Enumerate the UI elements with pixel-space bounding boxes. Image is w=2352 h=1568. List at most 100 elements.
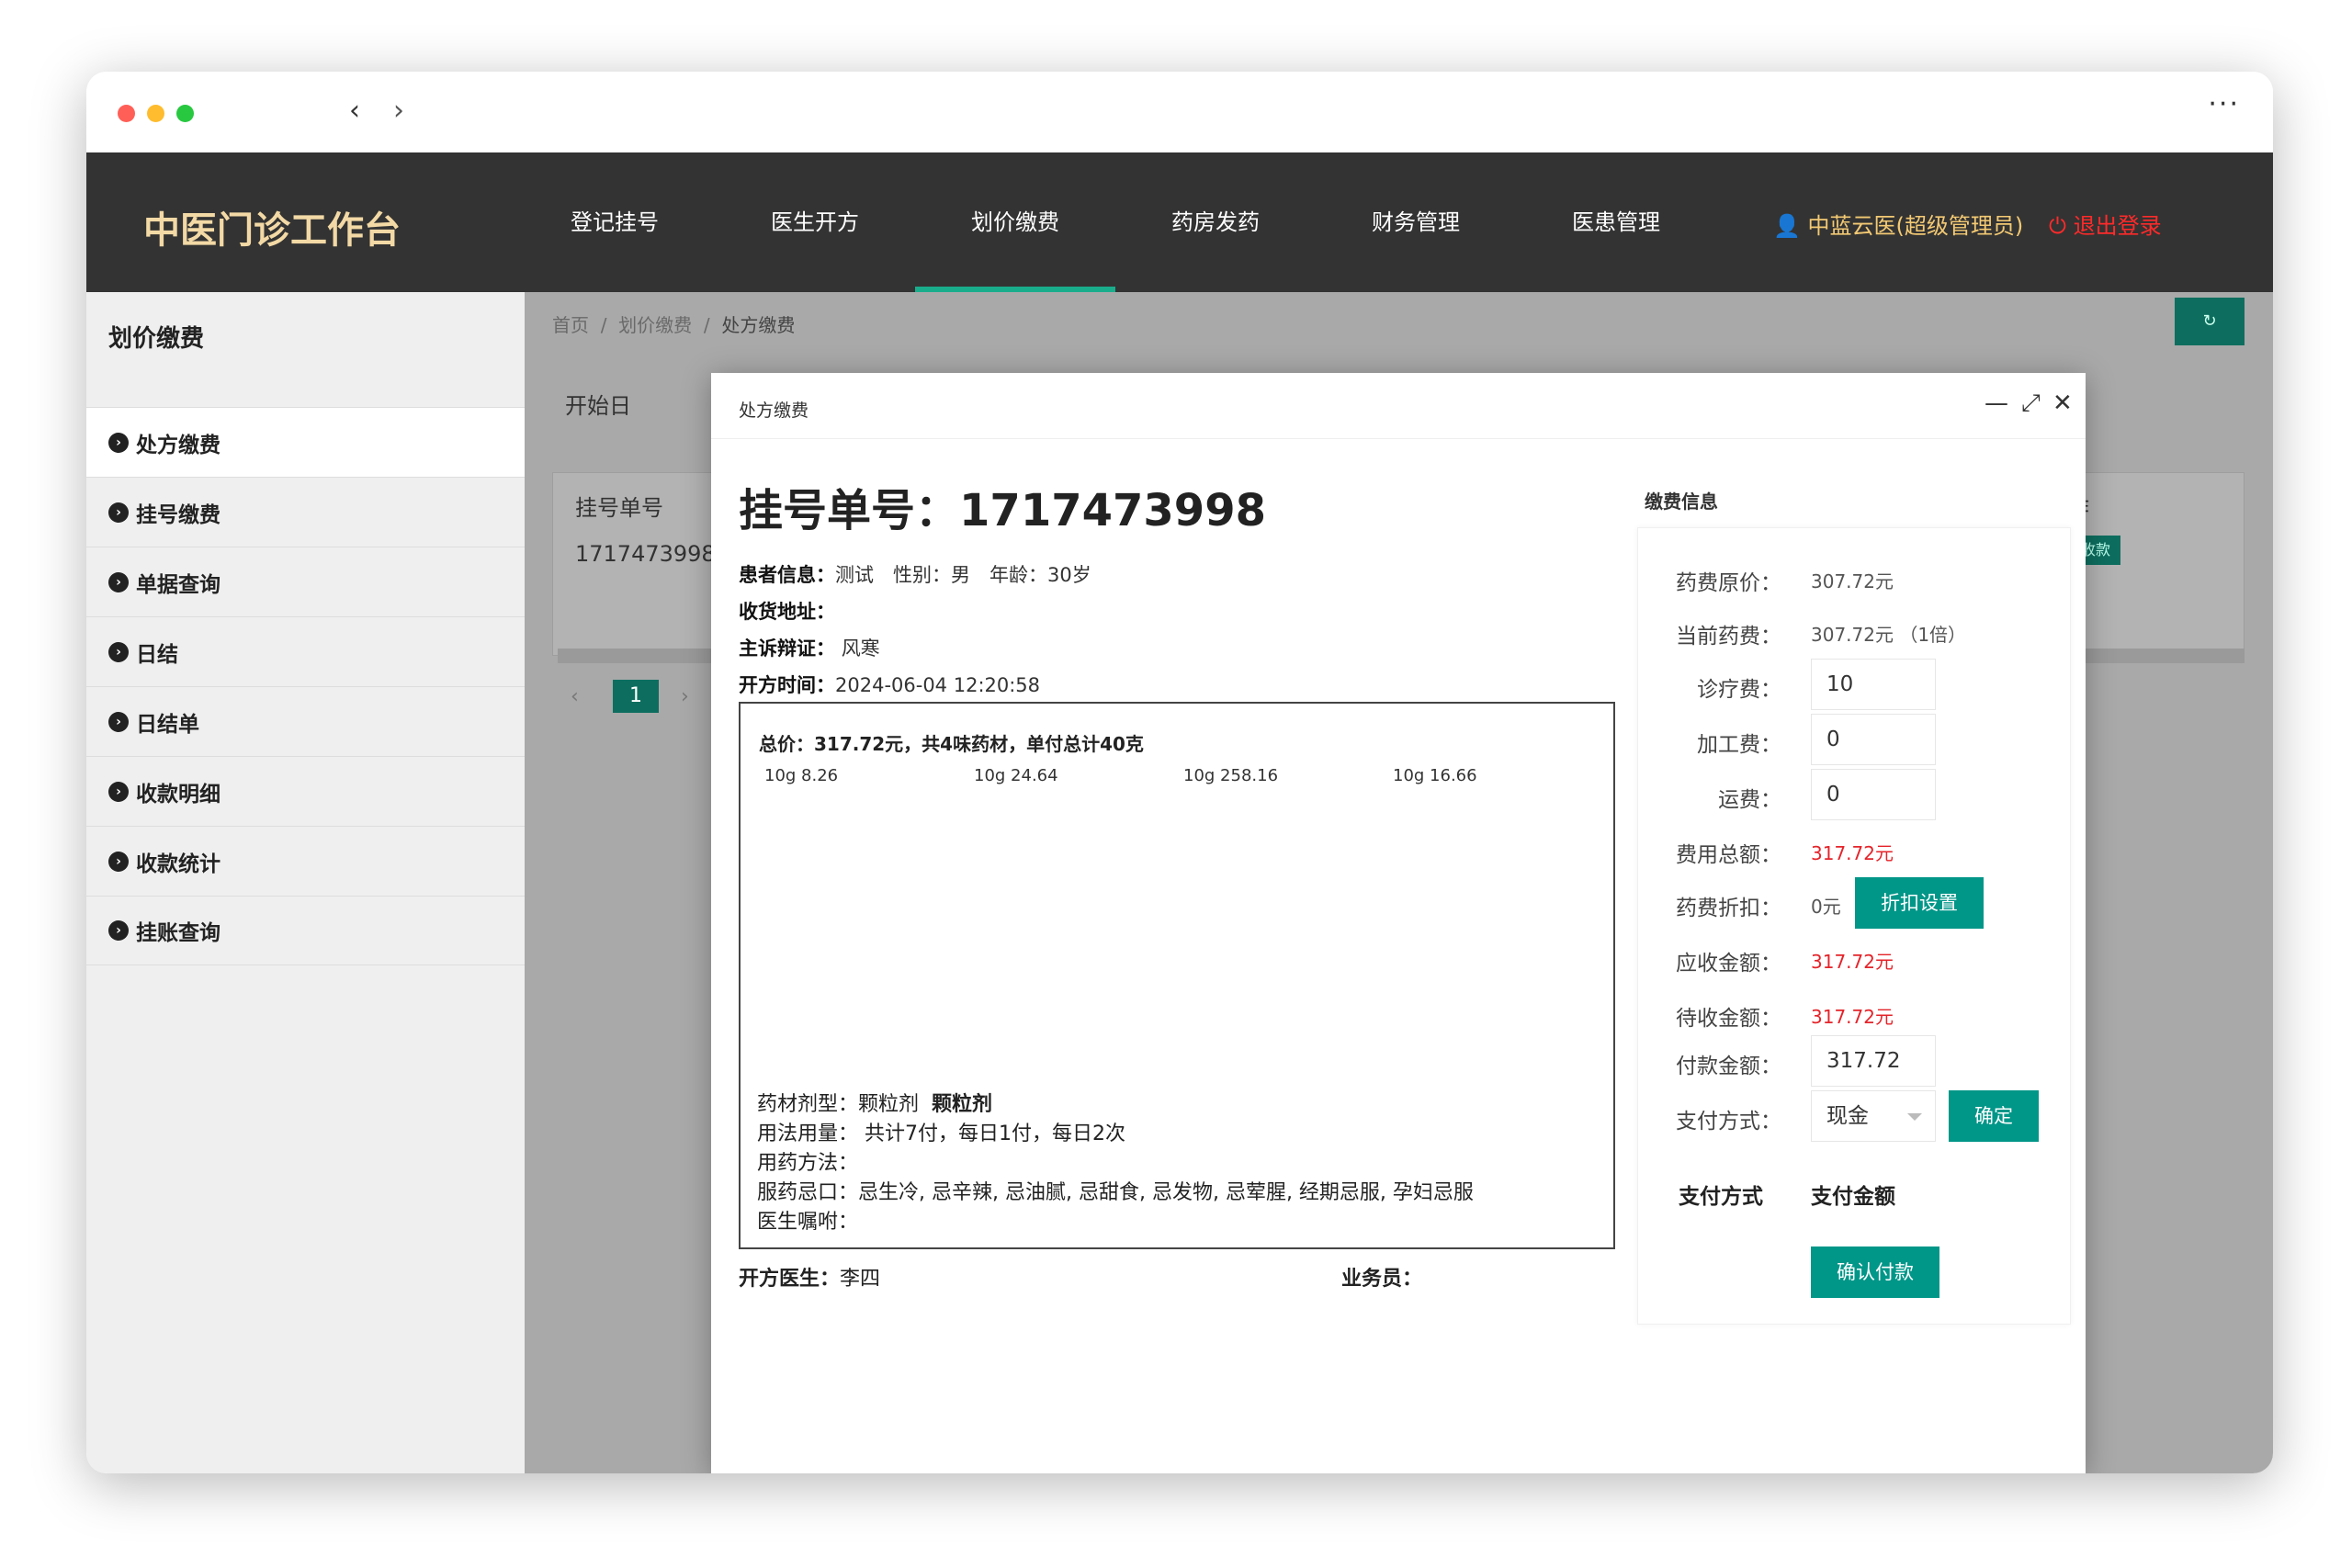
forward-arrow-icon[interactable]: › (393, 96, 404, 127)
payment-info-title: 缴费信息 (1645, 491, 1718, 513)
sidebar-item-label: 挂号缴费 (136, 502, 220, 527)
close-icon[interactable]: ✕ (2052, 389, 2073, 417)
dietary-taboo-label: 服药忌口： (757, 1181, 859, 1204)
prev-page-icon[interactable]: ‹ (571, 685, 579, 708)
browser-chrome: ‹ › ··· (86, 72, 2273, 152)
menu-register[interactable]: 登记挂号 (514, 152, 715, 292)
menu-billing[interactable]: 划价缴费 (915, 152, 1115, 292)
dietary-taboo: 服药忌口：忌生冷, 忌辛辣, 忌油腻, 忌甜食, 忌发物, 忌荤腥, 经期忌服,… (757, 1176, 1474, 1205)
patient-info: 患者信息：测试 性别：男 年龄：30岁 (739, 560, 1091, 588)
receivable-value: 317.72元 (1811, 951, 1894, 973)
drug-discount-value: 0元 (1811, 896, 1841, 918)
pending-amount-label: 待收金额： (1676, 1007, 1781, 1031)
chevron-right-icon: › (108, 711, 129, 732)
sidebar-item-credit-query[interactable]: › 挂账查询 (86, 896, 525, 965)
chevron-right-icon: › (108, 920, 129, 941)
prescription-time-value: 2024-06-04 12:20:58 (835, 674, 1041, 696)
sidebar-item-daily-close[interactable]: › 日结 (86, 616, 525, 686)
confirm-button[interactable]: 确定 (1949, 1090, 2039, 1142)
usage-dosage-value: 共计7付，每日1付，每日2次 (865, 1122, 1126, 1145)
refresh-button[interactable]: ↻ (2175, 298, 2245, 345)
chevron-right-icon: › (108, 781, 129, 802)
sidebar-item-daily-statement[interactable]: › 日结单 (86, 686, 525, 756)
payment-amount-column: 支付金额 (1811, 1185, 1895, 1209)
back-arrow-icon[interactable]: ‹ (349, 96, 360, 127)
menu-pharmacy[interactable]: 药房发药 (1115, 152, 1316, 292)
original-drug-fee-label: 药费原价： (1676, 571, 1781, 595)
start-date-label: 开始日 (565, 393, 631, 419)
breadcrumb-current: 处方缴费 (721, 314, 796, 336)
payment-method-select[interactable]: 现金 (1811, 1090, 1936, 1142)
sidebar: 划价缴费 › 处方缴费 › 挂号缴费 › 单据查询 › 日结 › 日结单 › 收款明细 › 收… (86, 292, 525, 1473)
shipping-fee-input[interactable]: 0 (1811, 769, 1936, 820)
menu-finance[interactable]: 财务管理 (1316, 152, 1516, 292)
dialog-title: 处方缴费 (739, 400, 809, 421)
more-options-icon[interactable]: ··· (2208, 88, 2240, 120)
minimize-icon[interactable]: — (1984, 389, 2008, 417)
order-number: 挂号单号：1717473998 (739, 474, 1266, 538)
chief-complaint-value: 风寒 (841, 637, 880, 660)
doctor-advice-label: 医生嘱咐： (757, 1211, 859, 1234)
patient-info-value: 测试 性别：男 年龄：30岁 (835, 564, 1091, 586)
shipping-fee-row: 运费： 0 (1638, 769, 2072, 820)
close-window-dot[interactable] (118, 105, 135, 122)
shipping-fee-label: 运费： (1718, 788, 1781, 812)
shipping-address-label: 收货地址： (739, 601, 835, 623)
discount-settings-button[interactable]: 折扣设置 (1855, 877, 1984, 929)
chief-complaint-label: 主诉辩证： (739, 637, 835, 660)
sidebar-item-receipt-query[interactable]: › 单据查询 (86, 547, 525, 616)
logout-link[interactable]: ⏻ 退出登录 (2049, 208, 2162, 240)
breadcrumb-billing[interactable]: 划价缴费 (618, 314, 692, 336)
confirm-payment-button[interactable]: 确认付款 (1811, 1247, 1939, 1298)
sidebar-item-label: 收款统计 (136, 852, 220, 876)
consultation-fee-label: 诊疗费： (1697, 678, 1781, 702)
processing-fee-label: 加工费： (1697, 733, 1781, 757)
prescription-time: 开方时间：2024-06-04 12:20:58 (739, 671, 1040, 698)
medication-method-label: 用药方法： (757, 1152, 859, 1175)
dosage-form: 药材剂型：颗粒剂 颗粒剂 (757, 1088, 992, 1117)
current-drug-fee-value: 307.72元 （1倍） (1811, 624, 1967, 646)
herb-item: 10g 8.26 (764, 766, 839, 785)
sidebar-item-registration-payment[interactable]: › 挂号缴费 (86, 477, 525, 547)
table-cell-order-no: 1717473998 (575, 541, 716, 567)
original-drug-fee-row: 药费原价： 307.72元 (1638, 552, 2072, 604)
doctor-advice: 医生嘱咐： (757, 1205, 858, 1235)
current-drug-fee-row: 当前药费： 307.72元 （1倍） (1638, 605, 2072, 657)
pagination: ‹ 1 › (571, 680, 689, 713)
payment-amount-input[interactable]: 317.72 (1811, 1035, 1936, 1087)
prescription-box: 总价：317.72元，共4味药材，单付总计40克 10g 8.26 10g 24… (739, 702, 1615, 1249)
sidebar-list: › 处方缴费 › 挂号缴费 › 单据查询 › 日结 › 日结单 › 收款明细 › 收款统计 ›… (86, 407, 525, 965)
current-user[interactable]: 👤 中蓝云医(超级管理员) (1773, 208, 2023, 240)
usage-dosage-label: 用法用量： (757, 1122, 859, 1145)
current-drug-fee-label: 当前药费： (1676, 625, 1781, 649)
sidebar-item-receipt-stats[interactable]: › 收款统计 (86, 826, 525, 896)
prescription-total: 总价：317.72元，共4味药材，单付总计40克 (759, 733, 1144, 755)
table-header-order-no: 挂号单号 (575, 495, 663, 521)
patient-info-label: 患者信息： (739, 564, 835, 586)
payment-panel: 药费原价： 307.72元 当前药费： 307.72元 （1倍） 诊疗费： 10 加工… (1637, 527, 2071, 1325)
sidebar-item-label: 日结 (136, 642, 178, 667)
pending-amount-row: 待收金额： 317.72元 (1638, 987, 2072, 1039)
maximize-icon[interactable]: ⤢ (2021, 389, 2041, 418)
refresh-icon: ↻ (2202, 311, 2217, 331)
page-number[interactable]: 1 (613, 680, 659, 713)
consultation-fee-input[interactable]: 10 (1811, 659, 1936, 710)
user-icon: 👤 (1773, 213, 1801, 239)
dosage-form-value: 颗粒剂 (858, 1093, 920, 1116)
order-number-label: 挂号单号： (739, 485, 960, 536)
menu-patients[interactable]: 医患管理 (1516, 152, 1716, 292)
minimize-window-dot[interactable] (147, 105, 164, 122)
chevron-down-icon (1907, 1113, 1922, 1121)
sidebar-item-receipt-detail[interactable]: › 收款明细 (86, 756, 525, 826)
next-page-icon[interactable]: › (681, 685, 689, 708)
processing-fee-row: 加工费： 0 (1638, 714, 2072, 765)
sidebar-item-prescription-payment[interactable]: › 处方缴费 (86, 407, 525, 477)
dosage-form-bold: 颗粒剂 (932, 1093, 993, 1116)
total-fee-value: 317.72元 (1811, 842, 1894, 864)
breadcrumb-home[interactable]: 首页 (552, 314, 589, 336)
medication-method: 用药方法： (757, 1146, 858, 1176)
app-logo: 中医门诊工作台 (143, 209, 401, 252)
menu-prescribe[interactable]: 医生开方 (715, 152, 915, 292)
processing-fee-input[interactable]: 0 (1811, 714, 1936, 765)
maximize-window-dot[interactable] (176, 105, 194, 122)
